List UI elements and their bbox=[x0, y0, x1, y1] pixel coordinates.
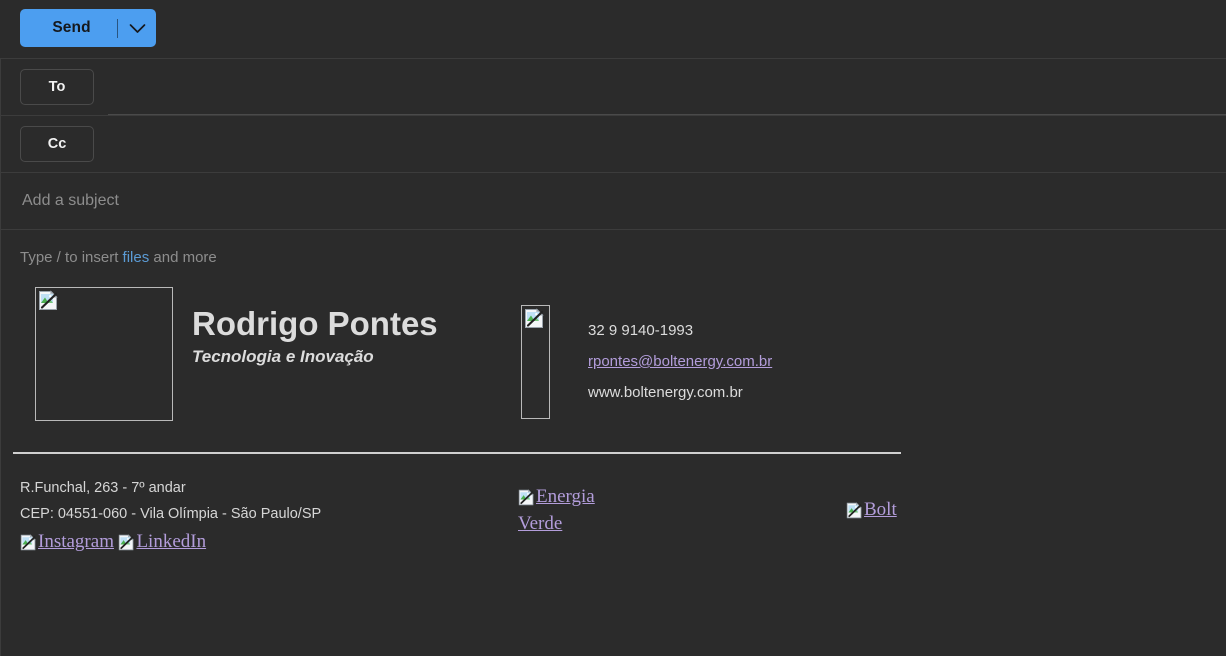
bolt-alt-text: Bolt bbox=[864, 499, 897, 520]
compose-window: Send To Cc Type / to insert files and mo… bbox=[0, 0, 1226, 656]
signature-identity: Rodrigo Pontes Tecnologia e Inovação bbox=[192, 303, 512, 367]
to-input[interactable] bbox=[108, 58, 1226, 116]
instagram-alt-text: Instagram bbox=[38, 531, 114, 552]
compose-toolbar: Send bbox=[0, 0, 1226, 59]
email-signature: Rodrigo Pontes Tecnologia e Inovação 32 … bbox=[13, 287, 1200, 552]
contact-phone: 32 9 9140-1993 bbox=[588, 322, 694, 339]
send-button-divider bbox=[117, 18, 118, 38]
bolt-badge: Bolt bbox=[846, 498, 897, 525]
signature-name: Rodrigo Pontes bbox=[192, 305, 438, 342]
signature-address: R.Funchal, 263 - 7º andar CEP: 04551-060… bbox=[20, 475, 500, 559]
hint-suffix-text: and more bbox=[149, 249, 217, 266]
cc-button[interactable]: Cc bbox=[20, 126, 94, 162]
cc-input[interactable] bbox=[108, 115, 1226, 173]
bolt-link[interactable]: Bolt bbox=[846, 499, 897, 520]
chevron-down-icon[interactable] bbox=[118, 23, 156, 34]
to-row: To bbox=[0, 58, 1226, 116]
broken-image-icon bbox=[846, 502, 863, 525]
cc-row: Cc bbox=[0, 115, 1226, 173]
send-button-label: Send bbox=[52, 19, 91, 36]
message-body[interactable]: Type / to insert files and more Rodrigo … bbox=[0, 230, 1226, 656]
linkedin-alt-text: LinkedIn bbox=[136, 531, 207, 552]
broken-image-icon bbox=[524, 308, 545, 329]
linkedin-link[interactable]: LinkedIn bbox=[118, 531, 206, 552]
broken-image-icon bbox=[118, 533, 135, 559]
signature-header: Rodrigo Pontes Tecnologia e Inovação 32 … bbox=[20, 287, 1200, 437]
broken-image-icon bbox=[20, 533, 37, 559]
insert-files-link[interactable]: files bbox=[123, 249, 150, 266]
subject-input[interactable] bbox=[20, 172, 1226, 230]
social-links-row: Instagram LinkedIn bbox=[20, 529, 500, 559]
send-button[interactable]: Send bbox=[20, 9, 156, 47]
signature-photo-placeholder bbox=[35, 287, 173, 421]
address-line-2: CEP: 04551-060 - Vila Olímpia - São Paul… bbox=[20, 506, 322, 522]
contact-website: www.boltenergy.com.br bbox=[588, 384, 743, 401]
signature-footer: R.Funchal, 263 - 7º andar CEP: 04551-060… bbox=[20, 475, 1200, 615]
instagram-link[interactable]: Instagram bbox=[20, 531, 114, 552]
contact-email-link[interactable]: rpontes@boltenergy.com.br bbox=[588, 353, 772, 370]
energia-verde-badge: Energia Verde bbox=[518, 485, 600, 536]
energia-verde-link[interactable]: Energia Verde bbox=[518, 486, 595, 534]
contact-email-line: rpontes@boltenergy.com.br bbox=[588, 346, 772, 377]
body-placeholder-hint: Type / to insert files and more bbox=[20, 249, 217, 266]
signature-contact: 32 9 9140-1993 rpontes@boltenergy.com.br… bbox=[588, 315, 772, 408]
broken-image-icon bbox=[38, 290, 59, 311]
hint-prefix-text: Type / to insert bbox=[20, 249, 123, 266]
subject-row bbox=[0, 172, 1226, 230]
address-line-1: R.Funchal, 263 - 7º andar bbox=[20, 480, 186, 496]
to-button[interactable]: To bbox=[20, 69, 94, 105]
signature-divider bbox=[13, 452, 901, 454]
signature-logo-placeholder bbox=[521, 305, 550, 419]
broken-image-icon bbox=[518, 489, 535, 512]
signature-role: Tecnologia e Inovação bbox=[192, 347, 374, 366]
